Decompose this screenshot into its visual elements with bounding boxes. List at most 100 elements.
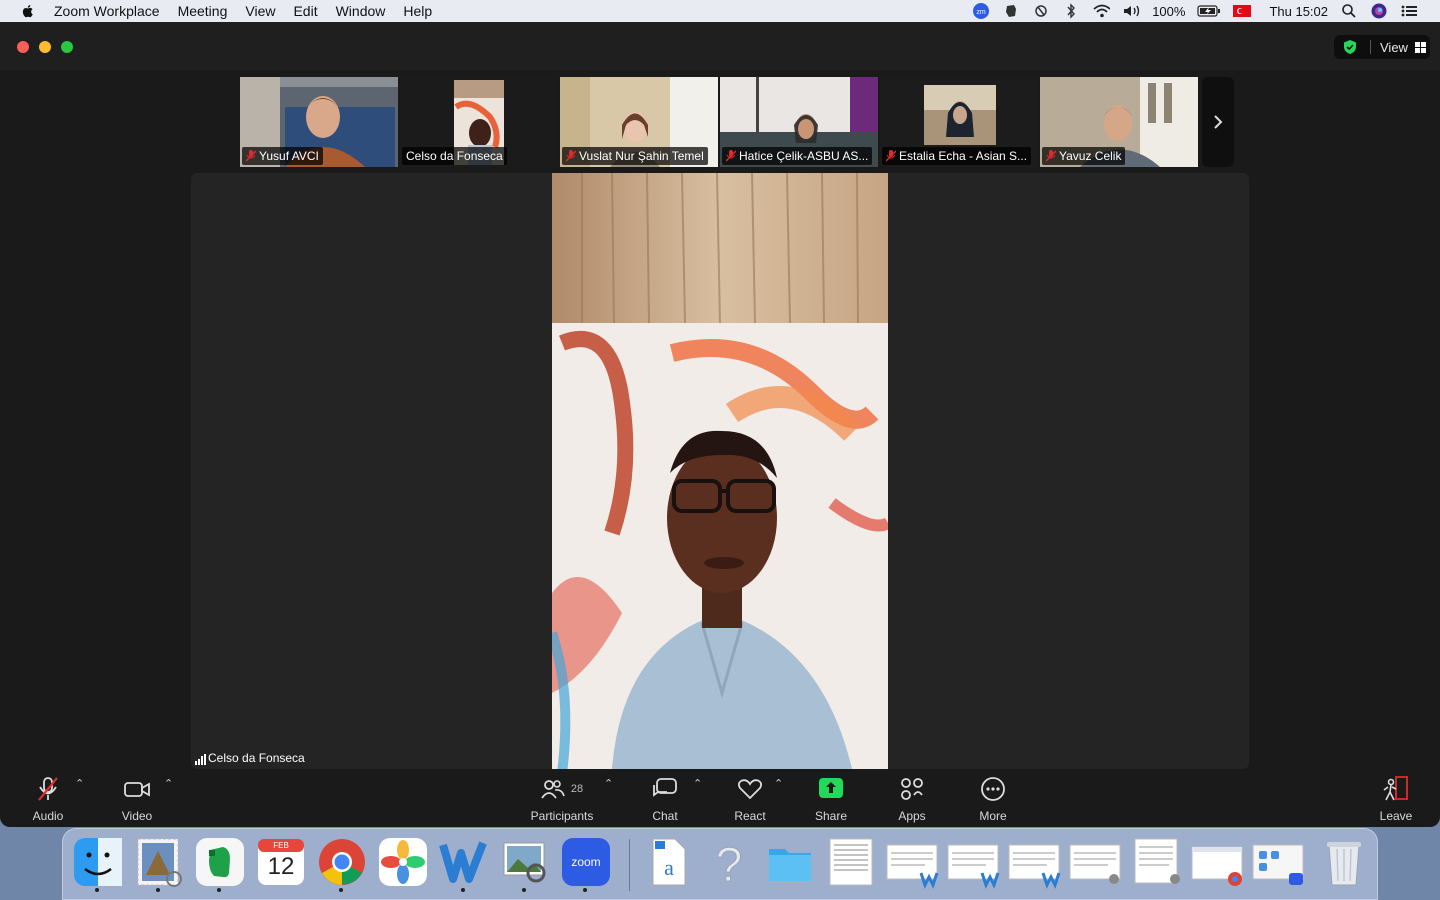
leave-button[interactable]: Leave bbox=[1376, 767, 1416, 823]
participant-tile[interactable]: Hatice Çelik-ASBU AS... bbox=[720, 77, 878, 167]
video-button[interactable]: Video bbox=[117, 767, 157, 823]
dock-word-doc-2[interactable] bbox=[946, 835, 1000, 889]
zoom-window-button[interactable] bbox=[61, 41, 73, 53]
dock-calendar[interactable]: FEB 12 bbox=[254, 835, 308, 889]
sync-icon[interactable] bbox=[1032, 3, 1050, 19]
chat-icon bbox=[650, 775, 680, 803]
word-document-window-icon bbox=[947, 844, 1000, 889]
dock-mail[interactable] bbox=[132, 835, 186, 892]
close-window-button[interactable] bbox=[17, 41, 29, 53]
participant-tile[interactable]: Estalia Echa - Asian S... bbox=[880, 77, 1038, 167]
participant-tile[interactable]: Vuslat Nur Şahin Temel bbox=[560, 77, 718, 167]
dock-chrome[interactable] bbox=[315, 835, 369, 892]
dock-preview[interactable] bbox=[498, 835, 552, 892]
chevron-right-icon bbox=[1214, 115, 1223, 129]
dock-document-1[interactable] bbox=[824, 835, 878, 889]
zoom-window: View Yusuf AVCI Celso da Fonseca Vuslat … bbox=[0, 22, 1440, 827]
mail-stamp-icon bbox=[137, 838, 182, 887]
menu-app-name[interactable]: Zoom Workplace bbox=[54, 3, 160, 19]
svg-text:?: ? bbox=[716, 839, 743, 889]
dock-zoom-window[interactable] bbox=[1251, 835, 1305, 889]
participants-button[interactable]: 28 Participants bbox=[523, 767, 601, 823]
audio-options-chevron-icon[interactable]: ⌃ bbox=[75, 777, 84, 790]
turkey-flag-icon[interactable] bbox=[1233, 3, 1252, 19]
menu-edit[interactable]: Edit bbox=[293, 3, 317, 19]
evernote-status-icon[interactable] bbox=[1002, 3, 1020, 19]
dock-word[interactable] bbox=[437, 835, 491, 892]
dock-evernote[interactable] bbox=[193, 835, 247, 892]
participant-tile[interactable]: Yavuz Celik bbox=[1040, 77, 1198, 167]
bluetooth-icon[interactable] bbox=[1062, 3, 1080, 19]
share-label: Share bbox=[814, 809, 848, 823]
control-center-icon[interactable] bbox=[1400, 3, 1418, 19]
running-indicator bbox=[217, 888, 221, 892]
menu-help[interactable]: Help bbox=[403, 3, 432, 19]
more-button[interactable]: More bbox=[973, 767, 1013, 823]
question-mark-icon: ? bbox=[715, 839, 743, 893]
participant-strip: Yusuf AVCI Celso da Fonseca Vuslat Nur Ş… bbox=[240, 77, 1200, 167]
menu-clock[interactable]: Thu 15:02 bbox=[1269, 4, 1328, 19]
participant-label: Celso da Fonseca bbox=[402, 147, 507, 165]
dock-photos[interactable] bbox=[376, 835, 430, 889]
siri-icon[interactable] bbox=[1370, 3, 1388, 19]
dock-document-3[interactable] bbox=[1129, 835, 1183, 889]
apps-button[interactable]: Apps bbox=[892, 767, 932, 823]
battery-icon[interactable] bbox=[1197, 3, 1221, 19]
dock-word-doc-3[interactable] bbox=[1007, 835, 1061, 889]
participants-options-chevron-icon[interactable]: ⌃ bbox=[604, 777, 613, 790]
menu-window[interactable]: Window bbox=[336, 3, 386, 19]
grid-view-icon bbox=[1414, 41, 1426, 53]
running-indicator bbox=[522, 888, 526, 892]
participant-tile-active[interactable]: Celso da Fonseca bbox=[400, 77, 558, 167]
menu-view[interactable]: View bbox=[245, 3, 275, 19]
participant-name: Yavuz Celik bbox=[1059, 149, 1122, 163]
chrome-icon bbox=[319, 839, 365, 885]
muted-mic-icon bbox=[726, 150, 736, 162]
audio-label: Audio bbox=[32, 809, 64, 823]
docx-document-icon: a bbox=[652, 838, 686, 886]
participant-label: Estalia Echa - Asian S... bbox=[882, 147, 1032, 165]
chat-button[interactable]: Chat bbox=[645, 767, 685, 823]
zoom-status-icon[interactable]: zm bbox=[972, 3, 990, 19]
battery-percent: 100% bbox=[1152, 3, 1186, 19]
security-shield-icon[interactable] bbox=[1342, 39, 1358, 55]
running-indicator bbox=[156, 888, 160, 892]
react-options-chevron-icon[interactable]: ⌃ bbox=[774, 777, 783, 790]
react-button[interactable]: React bbox=[730, 767, 770, 823]
share-button[interactable]: Share bbox=[811, 767, 851, 823]
dock-docx-file[interactable]: a bbox=[641, 835, 695, 889]
document-thumbnail-icon bbox=[829, 838, 873, 886]
speaker-name-label: Celso da Fonseca bbox=[195, 751, 305, 765]
menu-meeting[interactable]: Meeting bbox=[178, 3, 228, 19]
apple-icon[interactable] bbox=[20, 3, 36, 19]
svg-text:zm: zm bbox=[977, 9, 987, 16]
wifi-icon[interactable] bbox=[1092, 3, 1111, 19]
participants-label: Participants bbox=[530, 809, 594, 823]
chat-options-chevron-icon[interactable]: ⌃ bbox=[693, 777, 702, 790]
dock-finder[interactable] bbox=[71, 835, 125, 892]
video-options-chevron-icon[interactable]: ⌃ bbox=[164, 777, 173, 790]
dock-zoom[interactable]: zoom bbox=[559, 835, 613, 892]
dock-folder[interactable] bbox=[763, 835, 817, 889]
evernote-icon bbox=[196, 838, 244, 886]
participant-tile[interactable]: Yusuf AVCI bbox=[240, 77, 398, 167]
meeting-toolbar: Audio ⌃ Video ⌃ 28 Participants ⌃ Chat ⌃ bbox=[0, 767, 1440, 827]
volume-icon[interactable] bbox=[1122, 3, 1140, 19]
zoom-app-label: zoom bbox=[571, 855, 601, 869]
search-icon[interactable] bbox=[1340, 3, 1358, 19]
menu-bar: Zoom Workplace Meeting View Edit Window … bbox=[0, 0, 1440, 22]
dock-trash[interactable] bbox=[1317, 835, 1371, 889]
dock-document-2[interactable] bbox=[1068, 835, 1122, 889]
dock-help[interactable]: ? bbox=[702, 835, 756, 893]
zoom-window-icon bbox=[1252, 844, 1304, 885]
speaker-name: Celso da Fonseca bbox=[208, 751, 305, 765]
dock-chrome-window[interactable] bbox=[1190, 835, 1244, 889]
minimize-window-button[interactable] bbox=[39, 41, 51, 53]
next-page-button[interactable] bbox=[1202, 77, 1234, 167]
view-button[interactable]: View bbox=[1334, 35, 1430, 59]
word-document-window-icon bbox=[1008, 844, 1061, 889]
running-indicator bbox=[583, 888, 587, 892]
title-bar: View bbox=[0, 22, 1440, 70]
dock-word-doc-1[interactable] bbox=[885, 835, 939, 889]
audio-button[interactable]: Audio bbox=[28, 767, 68, 823]
